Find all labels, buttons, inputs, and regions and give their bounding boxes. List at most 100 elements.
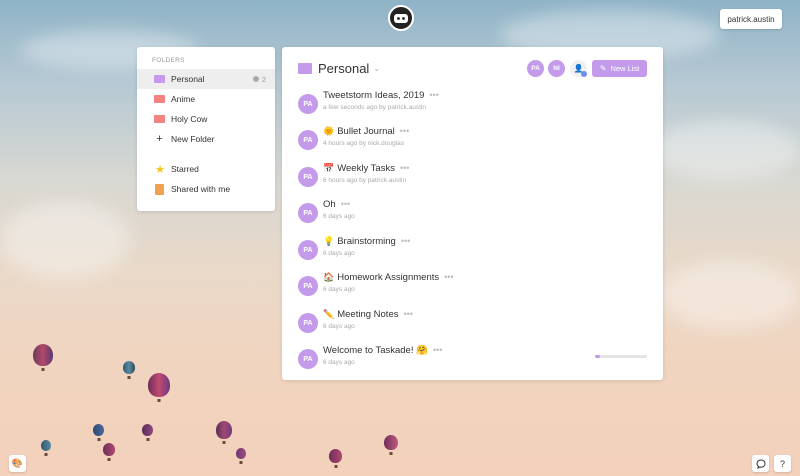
avatar: PA [298, 313, 318, 333]
user-account-button[interactable]: patrick.austin [720, 9, 782, 29]
list-meta: 6 days ago [323, 323, 355, 330]
more-options-icon[interactable]: ••• [400, 163, 409, 173]
member-count-value: 2 [261, 74, 266, 84]
list-meta: 6 days ago [323, 213, 355, 220]
progress-bar [595, 355, 647, 358]
folder-label: Personal [171, 74, 205, 84]
folder-label: Anime [171, 94, 196, 104]
list-item[interactable]: PA Tweetstorm Ideas, 2019 ••• a few secon… [282, 86, 663, 122]
shared-label: Shared with me [171, 184, 231, 194]
folders-heading: FOLDERS [152, 57, 185, 64]
lightbulb-icon: 💡 [323, 236, 335, 246]
avatar: PA [298, 276, 318, 296]
folder-icon [298, 62, 312, 74]
balloon-decoration [103, 443, 115, 456]
list-meta: 6 days ago [323, 359, 355, 366]
folder-icon [154, 95, 165, 103]
balloon-decoration [93, 424, 104, 436]
list-meta: 4 hours ago by nick.douglas [323, 140, 404, 147]
user-icon [252, 76, 259, 82]
balloon-decoration [142, 424, 153, 436]
list-item[interactable]: PA Oh ••• 6 days ago [282, 195, 663, 231]
add-member-button[interactable]: 👤 [570, 60, 587, 77]
member-avatar[interactable]: NI [548, 60, 565, 77]
taskade-logo[interactable] [388, 5, 414, 31]
chat-button[interactable] [752, 455, 769, 472]
folder-title[interactable]: Personal [318, 61, 369, 76]
list-item[interactable]: PA Welcome to Taskade! 🤗 ••• 6 days ago [282, 341, 663, 377]
help-button[interactable]: ? [774, 455, 791, 472]
plus-icon: + [156, 133, 163, 145]
folder-label: Holy Cow [171, 114, 208, 124]
balloon-decoration [216, 421, 232, 439]
starred-label: Starred [171, 164, 199, 174]
list-item[interactable]: PA 🌞 Bullet Journal ••• 4 hours ago by nic… [282, 122, 663, 158]
sidebar-item-starred[interactable]: ★ Starred [137, 159, 275, 179]
sidebar-item-shared[interactable]: Shared with me [137, 179, 275, 199]
list-item[interactable]: PA 💡 Brainstorming ••• 6 days ago [282, 232, 663, 268]
panel-header: Personal ⌄ PA NI 👤 ✎ New List [282, 47, 663, 89]
list-title: Welcome to Taskade! 🤗 [323, 345, 428, 356]
balloon-decoration [123, 361, 135, 374]
balloon-decoration [236, 448, 246, 459]
list-meta: 6 hours ago by patrick.austin [323, 177, 407, 184]
folder-icon [154, 115, 165, 123]
list-title: Bullet Journal [337, 126, 395, 137]
list-meta: 6 days ago [323, 250, 355, 257]
list-item[interactable]: PA ✏️ Meeting Notes ••• 6 days ago [282, 305, 663, 341]
balloon-decoration [41, 440, 51, 451]
list-title: Homework Assignments [337, 272, 440, 283]
folder-item-holy-cow[interactable]: Holy Cow [137, 109, 275, 129]
list-title: Weekly Tasks [337, 163, 395, 174]
lists-panel: Personal ⌄ PA NI 👤 ✎ New List PA Tweetst… [282, 47, 663, 380]
list-title: Brainstorming [337, 236, 396, 247]
avatar: PA [298, 349, 318, 369]
help-label: ? [779, 458, 785, 469]
more-options-icon[interactable]: ••• [400, 126, 409, 136]
list-item[interactable]: PA 📅 Weekly Tasks ••• 6 hours ago by patri… [282, 159, 663, 195]
logo-icon [394, 14, 408, 23]
folder-icon [154, 75, 165, 83]
list-meta: a few seconds ago by patrick.austin [323, 104, 426, 111]
balloon-decoration [384, 435, 398, 450]
avatar: PA [298, 240, 318, 260]
new-folder-button[interactable]: + New Folder [137, 129, 275, 149]
house-icon: 🏠 [323, 272, 335, 282]
chat-icon [755, 458, 766, 469]
palette-icon: 🎨 [11, 458, 24, 468]
member-avatar[interactable]: PA [527, 60, 544, 77]
folder-item-personal[interactable]: Personal 2 [137, 69, 275, 89]
calendar-icon: 📅 [323, 163, 335, 173]
balloon-decoration [148, 373, 170, 397]
list-title: Meeting Notes [337, 309, 399, 320]
avatar: PA [298, 203, 318, 223]
more-options-icon[interactable]: ••• [429, 90, 438, 100]
folder-item-anime[interactable]: Anime [137, 89, 275, 109]
new-folder-label: New Folder [171, 134, 215, 144]
sun-icon: 🌞 [323, 126, 335, 136]
avatar: PA [298, 94, 318, 114]
more-options-icon[interactable]: ••• [433, 345, 442, 355]
avatar: PA [298, 130, 318, 150]
balloon-decoration [329, 449, 342, 463]
progress-fill [595, 355, 601, 358]
palette-button[interactable]: 🎨 [9, 455, 26, 472]
folders-panel: FOLDERS Personal 2 Anime Holy Cow + New … [137, 47, 275, 211]
chevron-down-icon[interactable]: ⌄ [373, 64, 380, 73]
list-item[interactable]: PA 🏠 Homework Assignments ••• 6 days ago [282, 268, 663, 304]
edit-icon: ✎ [599, 64, 607, 73]
more-options-icon[interactable]: ••• [403, 309, 412, 319]
pencil-icon: ✏️ [323, 309, 335, 319]
more-options-icon[interactable]: ••• [341, 199, 350, 209]
shared-icon [155, 183, 164, 195]
more-options-icon[interactable]: ••• [401, 236, 410, 246]
new-list-button[interactable]: ✎ New List [592, 60, 647, 77]
add-badge [581, 71, 587, 77]
list-title: Oh [323, 199, 336, 210]
avatar: PA [298, 167, 318, 187]
star-icon: ★ [155, 163, 165, 176]
balloon-decoration [33, 344, 53, 366]
list-title: Tweetstorm Ideas, 2019 [323, 90, 425, 101]
more-options-icon[interactable]: ••• [444, 272, 453, 282]
member-count: 2 [252, 74, 266, 84]
